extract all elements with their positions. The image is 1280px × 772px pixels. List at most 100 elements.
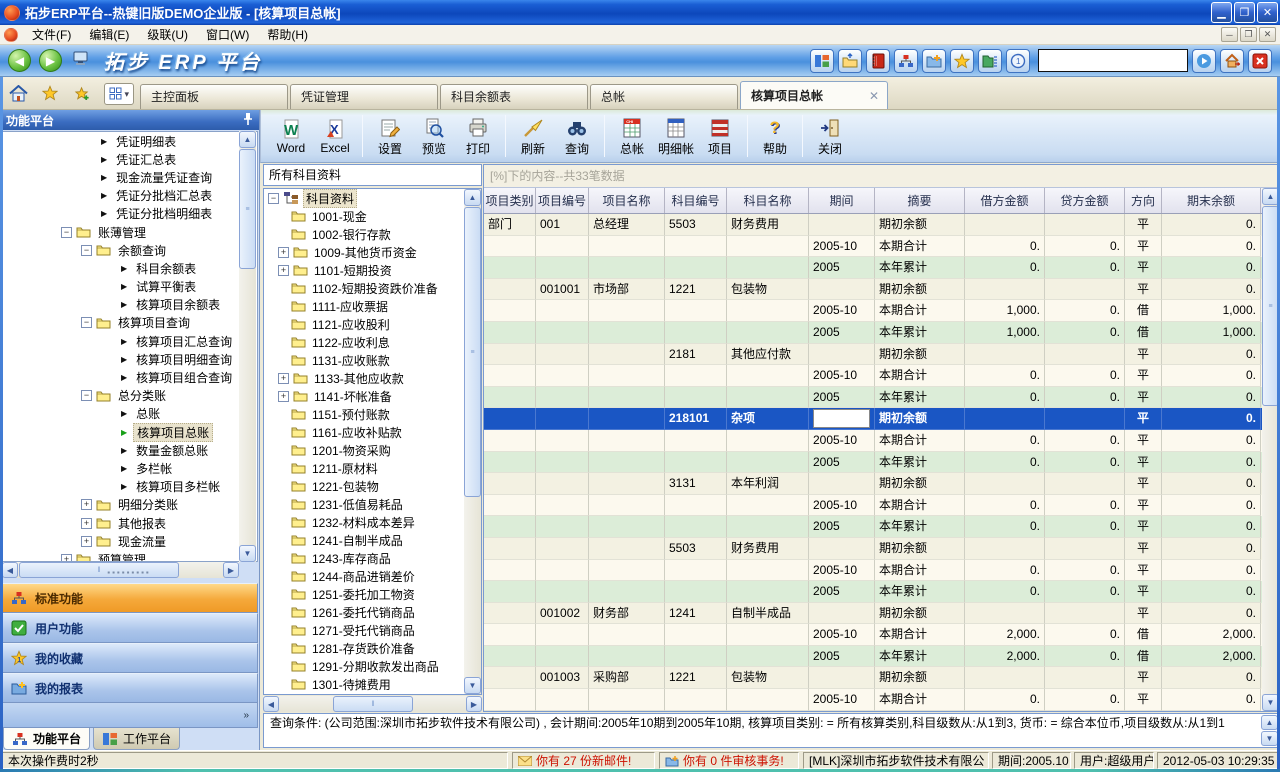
quick-search-input[interactable]: [1038, 49, 1188, 72]
expand-plus-icon[interactable]: +: [81, 536, 92, 547]
grid-cell[interactable]: [589, 473, 665, 495]
layout-grid-button[interactable]: ▾: [104, 83, 134, 105]
account-item[interactable]: 1122-应收利息: [264, 333, 481, 351]
grid-cell[interactable]: [1045, 214, 1125, 236]
sidebar-tree-item[interactable]: −余额查询: [3, 241, 257, 259]
grid-cell[interactable]: 0.: [1162, 236, 1261, 258]
grid-cell[interactable]: 2005-10: [809, 689, 875, 711]
grid-cell[interactable]: [484, 624, 536, 646]
grid-cell[interactable]: 0.: [1162, 430, 1261, 452]
grid-cell[interactable]: [589, 560, 665, 582]
grid-cell[interactable]: 0.: [1162, 560, 1261, 582]
grid-cell[interactable]: 平: [1125, 257, 1162, 279]
grid-cell[interactable]: 0.: [1045, 581, 1125, 603]
grid-row[interactable]: 2005本年累计1,000.0.借1,000.: [484, 322, 1262, 344]
grid-cell[interactable]: [589, 257, 665, 279]
grid-cell[interactable]: 3131: [665, 473, 727, 495]
grid-cell[interactable]: 本年累计: [875, 646, 965, 668]
grid-cell[interactable]: 总经理: [589, 214, 665, 236]
grid-row[interactable]: 部门001总经理5503财务费用期初余额平0.: [484, 214, 1262, 236]
grid-cell[interactable]: 001002: [536, 603, 589, 625]
grid-cell[interactable]: [536, 257, 589, 279]
menu-item[interactable]: 窗口(W): [197, 28, 258, 42]
grid-cell[interactable]: [665, 257, 727, 279]
expand-plus-icon[interactable]: +: [278, 373, 289, 384]
grid-row[interactable]: 2005-10本期合计0.0.平0.: [484, 560, 1262, 582]
sidebar-tree-item[interactable]: −总分类账: [3, 387, 257, 405]
restore-button[interactable]: ❐: [1234, 2, 1255, 23]
account-item[interactable]: 1121-应收股利: [264, 315, 481, 333]
grid-cell[interactable]: 平: [1125, 667, 1162, 689]
sidebar-panel-item[interactable]: 用户功能: [0, 613, 258, 643]
grid-cell[interactable]: [536, 473, 589, 495]
grid-cell[interactable]: 0.: [1045, 495, 1125, 517]
sidebar-tree-item[interactable]: ▶凭证分批档明细表: [3, 205, 257, 223]
sidebar-bottom-tab[interactable]: 工作平台: [93, 728, 180, 750]
grid-cell[interactable]: [727, 257, 809, 279]
grid-cell[interactable]: 0.: [965, 560, 1045, 582]
grid-row[interactable]: 001002财务部1241自制半成品期初余额平0.: [484, 603, 1262, 625]
grid-cell[interactable]: 借: [1125, 646, 1162, 668]
grid-cell[interactable]: [589, 689, 665, 711]
grid-cell[interactable]: 1241: [665, 603, 727, 625]
close-red-button[interactable]: [1248, 49, 1272, 73]
grid-cell[interactable]: 2005-10: [809, 430, 875, 452]
grid-cell[interactable]: [727, 236, 809, 258]
grid-cell[interactable]: 本年累计: [875, 322, 965, 344]
grid-cell[interactable]: [589, 236, 665, 258]
grid-cell[interactable]: 部门: [484, 214, 536, 236]
scroll-left-icon[interactable]: ◀: [263, 696, 279, 712]
account-item[interactable]: 1251-委托加工物资: [264, 585, 481, 603]
grid-cell[interactable]: [1045, 473, 1125, 495]
grid-cell[interactable]: 0.: [1162, 452, 1261, 474]
grid-cell[interactable]: [727, 624, 809, 646]
grid-cell[interactable]: 2005-10: [809, 560, 875, 582]
grid-cell[interactable]: 218101: [665, 408, 727, 430]
grid-row[interactable]: 5503财务费用期初余额平0.: [484, 538, 1262, 560]
grid-cell[interactable]: [727, 495, 809, 517]
grid-cell[interactable]: [809, 667, 875, 689]
account-item[interactable]: 1131-应收账款: [264, 351, 481, 369]
grid-cell[interactable]: 0.: [1162, 365, 1261, 387]
grid-row[interactable]: 2181其他应付款期初余额平0.: [484, 344, 1262, 366]
grid-cell[interactable]: 财务部: [589, 603, 665, 625]
grid-cell[interactable]: [484, 581, 536, 603]
grid-cell[interactable]: [589, 387, 665, 409]
grid-cell[interactable]: [536, 495, 589, 517]
account-item[interactable]: 1102-短期投资跌价准备: [264, 279, 481, 297]
grid-cell[interactable]: 0.: [1045, 646, 1125, 668]
account-item[interactable]: 1244-商品进销差价: [264, 567, 481, 585]
grid-cell[interactable]: 0.: [1162, 516, 1261, 538]
grid-cell[interactable]: 平: [1125, 495, 1162, 517]
column-header[interactable]: 科目编号: [665, 188, 727, 213]
more-chevron[interactable]: »: [243, 710, 249, 721]
sidebar-tree-item[interactable]: ▶核算项目汇总查询: [3, 332, 257, 350]
toolbar-button-刷新[interactable]: 刷新: [511, 113, 555, 159]
grid-cell[interactable]: 5503: [665, 214, 727, 236]
grid-row[interactable]: 001001市场部1221包装物期初余额平0.: [484, 279, 1262, 301]
toolbar-button-预览[interactable]: 预览: [412, 113, 456, 159]
grid-cell[interactable]: [484, 452, 536, 474]
grid-cell[interactable]: 0.: [965, 257, 1045, 279]
grid-cell[interactable]: 平: [1125, 603, 1162, 625]
grid-cell[interactable]: [727, 322, 809, 344]
grid-cell[interactable]: 0.: [1162, 408, 1261, 430]
grid-cell[interactable]: [809, 214, 875, 236]
account-item[interactable]: 1271-受托代销商品: [264, 621, 481, 639]
grid-cell[interactable]: 0.: [965, 495, 1045, 517]
grid-cell[interactable]: 杂项: [727, 408, 809, 430]
grid-row[interactable]: 2005-10本期合计2,000.0.借2,000.: [484, 624, 1262, 646]
grid-cell[interactable]: [809, 279, 875, 301]
grid-cell[interactable]: [536, 646, 589, 668]
grid-cell[interactable]: 2005: [809, 322, 875, 344]
sidebar-bottom-tab[interactable]: 功能平台: [3, 728, 90, 750]
grid-cell[interactable]: [589, 624, 665, 646]
grid-cell[interactable]: [589, 581, 665, 603]
scroll-down-icon[interactable]: ▼: [464, 677, 481, 694]
grid-cell[interactable]: 包装物: [727, 667, 809, 689]
grid-cell[interactable]: 市场部: [589, 279, 665, 301]
expand-plus-icon[interactable]: +: [81, 518, 92, 529]
grid-cell[interactable]: [727, 300, 809, 322]
grid-cell[interactable]: [589, 495, 665, 517]
account-item[interactable]: 1291-分期收款发出商品: [264, 657, 481, 675]
